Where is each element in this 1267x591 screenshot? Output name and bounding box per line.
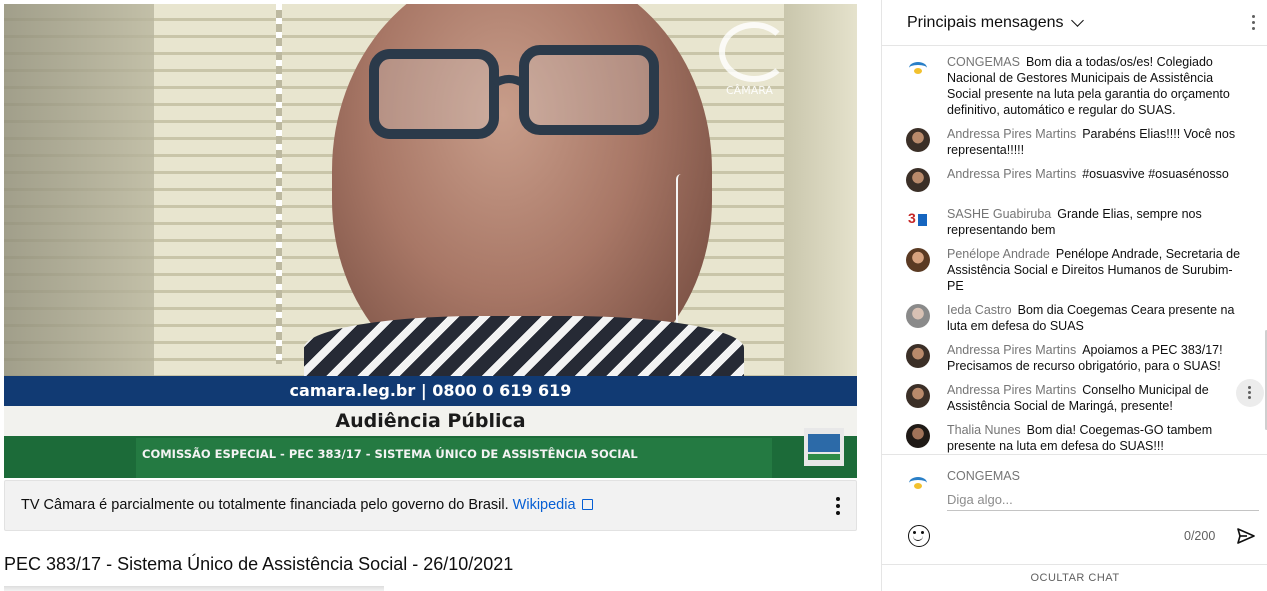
live-chat-panel: Principais mensagens CONGEMAS Bom dia a t… xyxy=(881,0,1267,591)
video-speaker-glasses xyxy=(369,45,659,139)
message-more-options-icon[interactable] xyxy=(1236,379,1264,407)
video-metadata-peek xyxy=(4,586,384,591)
tv-camara-corner-logo-icon xyxy=(804,428,844,466)
user-avatar-icon[interactable] xyxy=(906,344,930,368)
camara-logo-text: CÂMARA xyxy=(726,84,773,97)
chat-message: Ieda Castro Bom dia Coegemas Ceara presen… xyxy=(906,302,1246,334)
chat-message: Andressa Pires Martins #osuasvive #osuasé… xyxy=(906,166,1246,192)
chat-header: Principais mensagens xyxy=(882,0,1267,46)
chevron-down-icon[interactable] xyxy=(1071,14,1084,27)
funding-info-text: TV Câmara é parcialmente ou totalmente f… xyxy=(21,497,593,513)
chat-composer: CONGEMAS 0/200 xyxy=(882,454,1267,564)
message-author[interactable]: Ieda Castro xyxy=(947,303,1012,317)
wikipedia-link[interactable]: Wikipedia xyxy=(513,497,593,513)
message-author[interactable]: Andressa Pires Martins xyxy=(947,167,1076,181)
youtube-live-page: CÂMARA camara.leg.br | 0800 0 619 619 Au… xyxy=(0,0,1267,591)
user-avatar-icon[interactable] xyxy=(906,304,930,328)
chat-message: Andressa Pires Martins Apoiamos a PEC 383… xyxy=(906,342,1246,374)
message-author[interactable]: SASHE Guabiruba xyxy=(947,207,1051,221)
wikipedia-link-label[interactable]: Wikipedia xyxy=(513,497,576,513)
banner-title: Audiência Pública xyxy=(4,406,857,436)
user-avatar-icon[interactable] xyxy=(906,424,930,448)
composer-avatar-icon xyxy=(906,471,930,495)
chat-message: Andressa Pires Martins Conselho Municipal… xyxy=(906,382,1246,414)
user-avatar-icon[interactable] xyxy=(906,384,930,408)
user-avatar-icon[interactable] xyxy=(906,168,930,192)
chat-message: SASHE GuabirubaGrande Elias, sempre nos … xyxy=(906,206,1246,238)
congemas-avatar-icon[interactable] xyxy=(906,56,930,80)
message-author[interactable]: Andressa Pires Martins xyxy=(947,343,1076,357)
video-blind-cord xyxy=(276,4,282,364)
composer-author: CONGEMAS xyxy=(947,469,1020,483)
chat-message-list[interactable]: CONGEMAS Bom dia a todas/os/es! Colegiado… xyxy=(882,54,1267,454)
message-text: #osuasvive #osuasénosso xyxy=(1082,167,1229,181)
user-avatar-icon[interactable] xyxy=(906,128,930,152)
chat-input[interactable] xyxy=(947,489,1259,511)
message-author[interactable]: Penélope Andrade xyxy=(947,247,1050,261)
chat-message: CONGEMAS Bom dia a todas/os/es! Colegiado… xyxy=(906,54,1246,118)
chat-more-options-icon[interactable] xyxy=(1252,15,1256,33)
video-player[interactable]: CÂMARA camara.leg.br | 0800 0 619 619 Au… xyxy=(4,4,857,478)
chat-message: Andressa Pires Martins Parabéns Elias!!!!… xyxy=(906,126,1246,158)
funding-info-label: TV Câmara é parcialmente ou totalmente f… xyxy=(21,497,509,513)
video-wall-right xyxy=(784,4,857,376)
send-icon[interactable] xyxy=(1237,527,1255,545)
external-link-icon[interactable] xyxy=(581,499,593,510)
char-counter: 0/200 xyxy=(1184,529,1216,543)
video-title: PEC 383/17 - Sistema Único de Assistênci… xyxy=(4,554,514,574)
message-author[interactable]: CONGEMAS xyxy=(947,55,1020,69)
chat-message: Thalia Nunes Bom dia! Coegemas-GO tambem … xyxy=(906,422,1246,454)
message-author[interactable]: Andressa Pires Martins xyxy=(947,127,1076,141)
user-avatar-icon[interactable] xyxy=(906,248,930,272)
message-author[interactable]: Thalia Nunes xyxy=(947,423,1021,437)
hide-chat-button[interactable]: OCULTAR CHAT xyxy=(882,564,1267,591)
banner-contact: camara.leg.br | 0800 0 619 619 xyxy=(4,376,857,406)
emoji-icon[interactable] xyxy=(908,525,930,547)
message-author[interactable]: Andressa Pires Martins xyxy=(947,383,1076,397)
video-wall-shadow xyxy=(4,4,154,376)
sashe-avatar-icon[interactable] xyxy=(906,208,930,232)
funding-info-panel: TV Câmara é parcialmente ou totalmente f… xyxy=(4,480,857,531)
chat-mode-selector[interactable]: Principais mensagens xyxy=(907,14,1064,32)
chat-message: Penélope Andrade Penélope Andrade, Secret… xyxy=(906,246,1246,294)
camara-logo-icon xyxy=(719,22,789,82)
info-more-options-icon[interactable] xyxy=(836,497,840,515)
banner-subtitle: COMISSÃO ESPECIAL - PEC 383/17 - SISTEMA… xyxy=(136,438,772,478)
